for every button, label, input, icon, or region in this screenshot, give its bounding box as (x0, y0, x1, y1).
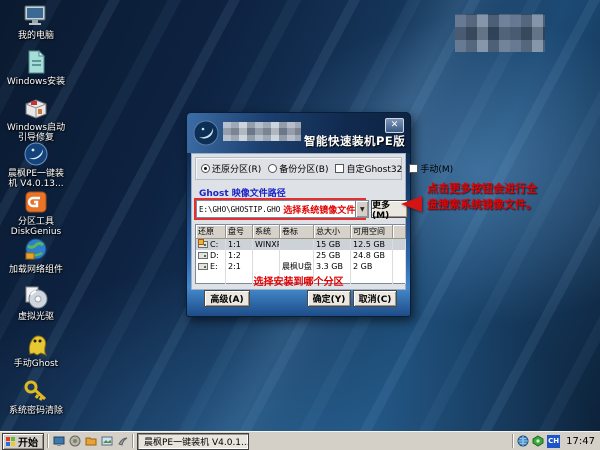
quicklaunch-picture-icon[interactable] (100, 435, 113, 448)
windows-flag-icon (6, 436, 15, 446)
radio-backup-partition[interactable]: 备份分区(B) (268, 162, 328, 175)
annotation-line1: 点击更多按钮会进行全 (427, 182, 537, 195)
icon-label: 虚拟光驱 (17, 312, 54, 322)
globe-icon (25, 238, 47, 260)
taskbar-clock: 17:47 (566, 435, 595, 447)
drive-icon (198, 239, 208, 248)
annotation-arrow-icon (401, 196, 422, 212)
close-icon[interactable]: ✕ (385, 118, 404, 133)
checkbox-label: 手动(M) (420, 165, 454, 175)
ok-button[interactable]: 确定(Y) (307, 290, 351, 307)
pe-logo-icon (193, 120, 219, 146)
desktop-icon-boot-repair[interactable]: Windows启动 引导修复 (0, 94, 72, 143)
key-icon (24, 380, 47, 401)
mode-options-group: 还原分区(R) 备份分区(B) 自定Ghost32 手动(M) (195, 157, 453, 180)
installer-dialog: 智能快速装机PE版 ✕ 还原分区(R) 备份分区(B) 自定Ghost32 手动… (186, 112, 453, 317)
radio-label: 还原分区(R) (212, 165, 262, 175)
col-header (392, 224, 406, 239)
cancel-button[interactable]: 取消(C) (353, 290, 397, 307)
advanced-button[interactable]: 高级(A) (204, 290, 250, 307)
icon-label: 手动Ghost (13, 359, 59, 369)
checkbox-icon[interactable] (335, 164, 345, 173)
partition-annotation: 选择安装到哪个分区 (253, 277, 344, 288)
col-header[interactable]: 卷标 (279, 224, 314, 239)
computer-icon (24, 5, 46, 25)
pe-logo-icon (24, 142, 48, 166)
system-tray: CH 17:47 (512, 434, 600, 448)
ghost-icon (28, 335, 48, 357)
chevron-down-icon[interactable]: ▼ (355, 201, 369, 217)
task-button-label: 晨枫PE一键装机 V4.0.1... (144, 437, 249, 448)
icon-label: 系统密码清除 (8, 406, 63, 416)
image-path-combobox[interactable]: E:\GHO\GHOSTIP.GHO 选择系统镜像文件 ▼ (196, 200, 370, 218)
icon-label: 加载网络组件 (8, 265, 63, 275)
task-button-pe-installer[interactable]: 晨枫PE一键装机 V4.0.1... (137, 432, 249, 450)
drive-icon (198, 252, 208, 259)
desktop-icon-password-clear[interactable]: 系统密码清除 (0, 377, 72, 416)
desktop-icon-diskgenius[interactable]: 分区工具 DiskGenius (0, 188, 72, 237)
taskbar-divider (512, 434, 515, 448)
tray-globe-icon[interactable] (517, 435, 529, 447)
desktop-icon-my-computer[interactable]: 我的电脑 (0, 2, 72, 41)
image-path-value: E:\GHO\GHOSTIP.GHO (199, 204, 281, 214)
col-header[interactable]: 可用空间 (350, 224, 393, 239)
drive-icon (198, 263, 208, 270)
desktop-icon-windows-install[interactable]: Windows安装 (0, 48, 72, 87)
image-path-highlight-box: E:\GHO\GHOSTIP.GHO 选择系统镜像文件 ▼ (194, 198, 370, 220)
taskbar-divider (47, 434, 49, 448)
table-row-drive-d[interactable]: D: 1:2 25 GB 24.8 GB (195, 250, 406, 261)
desktop-icon-pe-installer[interactable]: 晨枫PE一键装 机 V4.0.13... (0, 140, 72, 189)
toolbox-icon (25, 99, 47, 119)
icon-label: 分区工具 DiskGenius (10, 217, 62, 237)
start-label: 开始 (18, 437, 38, 449)
desktop-wallpaper: 我的电脑 Windows安装 Windows启动 引导修复 晨枫PE一键装 机 … (0, 0, 600, 450)
checkbox-manual[interactable]: 手动(M) (409, 162, 453, 175)
col-header[interactable]: 盘号 (225, 224, 253, 239)
col-header[interactable]: 系统 (252, 224, 280, 239)
quicklaunch-monitor-icon[interactable] (52, 435, 65, 448)
table-header-row: 还原 盘号 系统 卷标 总大小 可用空间 (195, 224, 406, 239)
desktop-icon-manual-ghost[interactable]: 手动Ghost (0, 330, 72, 369)
table-row-drive-c[interactable]: C: 1:1 WINXP 15 GB 12.5 GB (195, 238, 406, 250)
icon-label: Windows安装 (6, 77, 66, 87)
icon-label: 我的电脑 (17, 31, 54, 41)
table-row-drive-e[interactable]: E: 2:1 晨枫U盘 3.3 GB 2 GB (195, 261, 406, 272)
censored-watermark (455, 14, 545, 52)
diskgenius-icon (25, 191, 47, 213)
quicklaunch-folder-icon[interactable] (84, 435, 97, 448)
annotation-line2: 盘搜索系统镜像文件。 (427, 198, 537, 211)
radio-restore-partition[interactable]: 还原分区(R) (201, 162, 261, 175)
checkbox-custom-ghost32[interactable]: 自定Ghost32 (335, 162, 402, 175)
start-button[interactable]: 开始 (2, 432, 44, 450)
dialog-title: 智能快速装机PE版 (304, 134, 406, 148)
annotation-text: 点击更多按钮会进行全 盘搜索系统镜像文件。 (427, 181, 549, 213)
col-header[interactable]: 总大小 (313, 224, 351, 239)
radio-icon[interactable] (268, 164, 278, 173)
taskbar-divider (132, 434, 134, 448)
dialog-body: 还原分区(R) 备份分区(B) 自定Ghost32 手动(M) Ghost 映像… (191, 153, 453, 290)
dialog-titlebar[interactable]: 智能快速装机PE版 ✕ (187, 113, 410, 153)
radio-label: 备份分区(B) (279, 165, 329, 175)
checkbox-icon[interactable] (409, 164, 419, 173)
icon-label: 晨枫PE一键装 机 V4.0.13... (7, 169, 65, 189)
install-file-icon (28, 49, 46, 74)
desktop-icon-virtual-cd[interactable]: 虚拟光驱 (0, 283, 72, 322)
censored-brand-name (223, 122, 301, 141)
radio-selected-icon[interactable] (201, 164, 210, 173)
language-indicator[interactable]: CH (547, 434, 561, 448)
quicklaunch-app-icon[interactable] (68, 435, 81, 448)
image-path-annotation: 选择系统镜像文件 (283, 205, 356, 216)
col-header[interactable]: 还原 (195, 224, 226, 239)
desktop-icon-network[interactable]: 加载网络组件 (0, 236, 72, 275)
taskbar: 开始 晨枫PE一键装机 V4.0.1... CH 17:47 (0, 431, 600, 450)
tray-network-icon[interactable] (532, 435, 544, 447)
disc-icon (25, 286, 48, 309)
checkbox-label: 自定Ghost32 (346, 165, 403, 175)
quicklaunch-tool-icon[interactable] (116, 435, 129, 448)
